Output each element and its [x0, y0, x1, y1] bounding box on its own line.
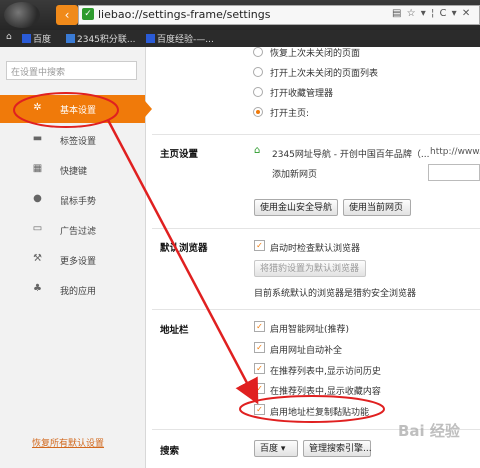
- annotation-ellipse-sidebar: [13, 92, 119, 128]
- annotation-arrow: [106, 119, 259, 405]
- annotation-ellipse-option: [239, 395, 385, 423]
- watermark-logo: Bai 经验: [398, 422, 460, 440]
- annotation-overlay: [13, 92, 385, 423]
